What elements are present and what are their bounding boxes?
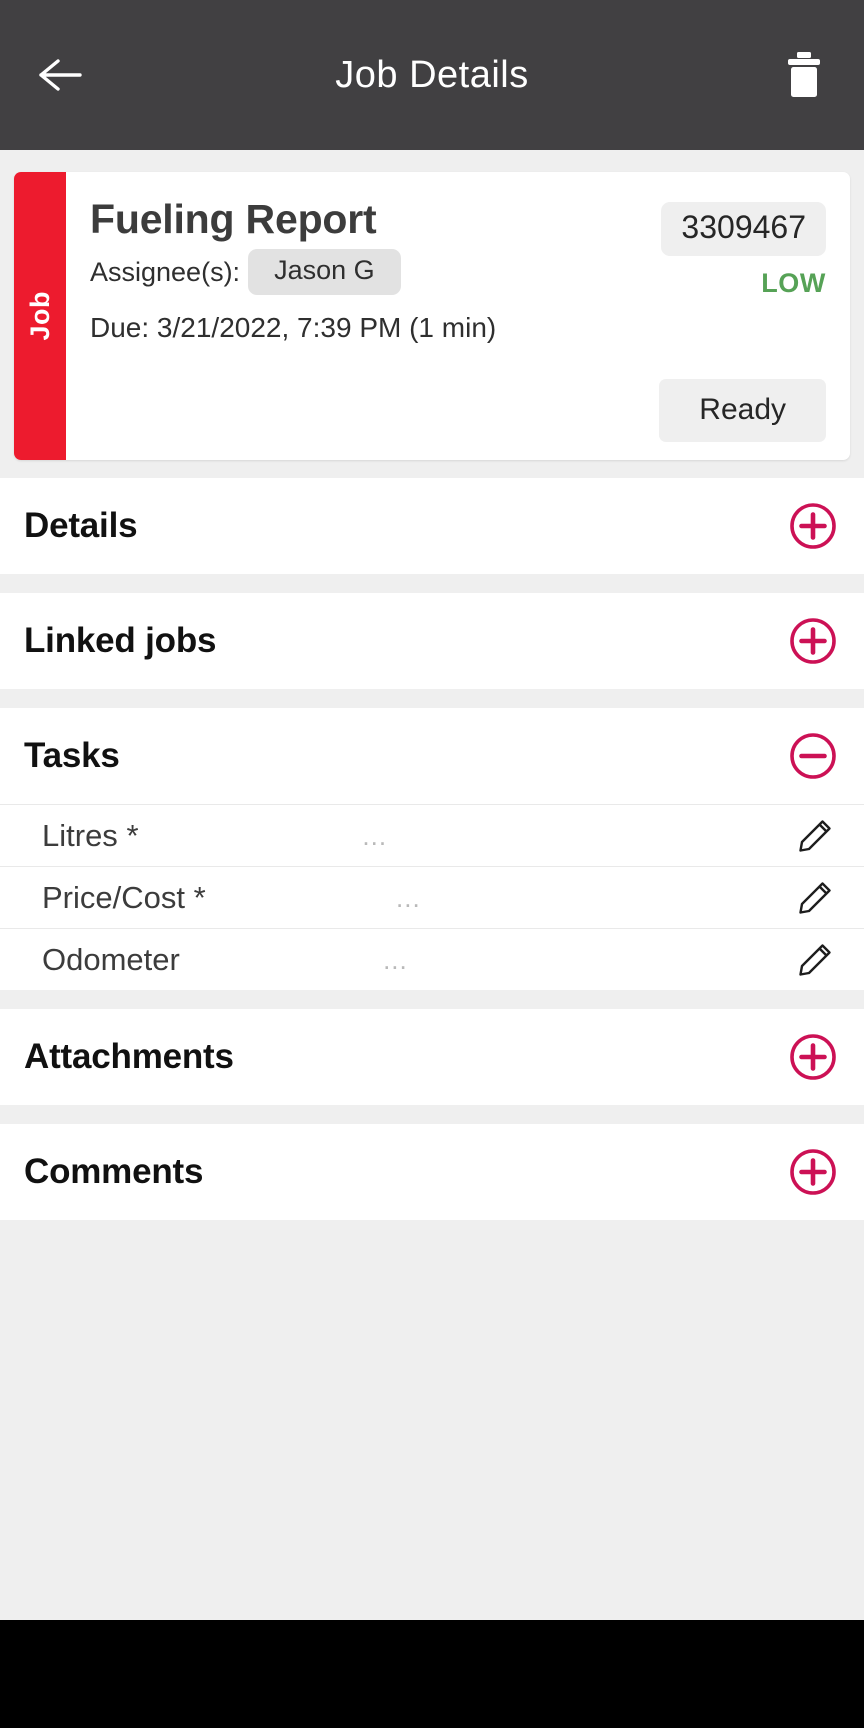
job-card-top-row: Fueling Report Assignee(s): Jason G Due:… bbox=[90, 196, 826, 345]
edit-task-button[interactable] bbox=[791, 936, 839, 984]
collapse-tasks-button[interactable] bbox=[787, 730, 839, 782]
section-title-attachments: Attachments bbox=[24, 1037, 234, 1076]
assignee-row: Assignee(s): Jason G bbox=[90, 249, 661, 296]
section-header-tasks[interactable]: Tasks bbox=[0, 708, 864, 804]
expand-attachments-button[interactable] bbox=[787, 1031, 839, 1083]
section-divider bbox=[0, 689, 864, 708]
section-title-tasks: Tasks bbox=[24, 736, 120, 775]
status-row: Ready bbox=[90, 379, 826, 442]
priority-badge: LOW bbox=[761, 267, 826, 298]
content-area: Job Fueling Report Assignee(s): Jason G … bbox=[0, 150, 864, 1620]
job-card-body: Fueling Report Assignee(s): Jason G Due:… bbox=[66, 172, 850, 460]
app-screen: Job Details Job Fueling Report Assignee(… bbox=[0, 0, 864, 1728]
edit-task-button[interactable] bbox=[791, 874, 839, 922]
minus-circle-icon bbox=[790, 733, 836, 779]
section-details: Details bbox=[0, 478, 864, 574]
task-value-cell: ... bbox=[206, 885, 791, 911]
required-marker: * bbox=[193, 879, 206, 915]
required-marker: * bbox=[126, 817, 139, 853]
pencil-icon bbox=[799, 881, 831, 914]
trash-icon bbox=[788, 52, 820, 97]
status-button[interactable]: Ready bbox=[659, 379, 826, 442]
section-header-linked-jobs[interactable]: Linked jobs bbox=[0, 593, 864, 689]
task-value: ... bbox=[383, 944, 408, 975]
job-id-badge: 3309467 bbox=[661, 202, 826, 256]
section-header-attachments[interactable]: Attachments bbox=[0, 1009, 864, 1105]
plus-circle-icon bbox=[790, 618, 836, 664]
due-date-text: Due: 3/21/2022, 7:39 PM (1 min) bbox=[90, 312, 497, 344]
task-value: ... bbox=[396, 882, 421, 913]
back-button[interactable] bbox=[28, 43, 92, 107]
section-divider bbox=[0, 574, 864, 593]
section-header-details[interactable]: Details bbox=[0, 478, 864, 574]
assignee-label: Assignee(s): bbox=[90, 256, 241, 287]
section-title-comments: Comments bbox=[24, 1152, 204, 1191]
arrow-left-icon bbox=[39, 59, 82, 91]
task-label: Litres * bbox=[42, 817, 139, 853]
assignee-chip[interactable]: Jason G bbox=[248, 249, 401, 296]
pencil-icon bbox=[799, 819, 831, 852]
task-value: ... bbox=[362, 820, 388, 851]
table-row[interactable]: Odometer ... bbox=[0, 928, 864, 990]
pencil-icon bbox=[799, 943, 831, 976]
expand-details-button[interactable] bbox=[787, 500, 839, 552]
job-type-tab: Job bbox=[14, 172, 66, 460]
section-title-details: Details bbox=[24, 506, 138, 545]
section-header-comments[interactable]: Comments bbox=[0, 1124, 864, 1220]
section-title-linked-jobs: Linked jobs bbox=[24, 621, 217, 660]
task-label: Odometer bbox=[42, 941, 180, 977]
plus-circle-icon bbox=[790, 1034, 836, 1080]
job-card-info: Fueling Report Assignee(s): Jason G Due:… bbox=[90, 196, 661, 345]
section-divider bbox=[0, 990, 864, 1009]
system-navigation-bar bbox=[0, 1620, 864, 1728]
app-bar: Job Details bbox=[0, 0, 864, 150]
job-title: Fueling Report bbox=[90, 196, 377, 242]
job-card-wrapper: Job Fueling Report Assignee(s): Jason G … bbox=[0, 150, 864, 460]
section-tasks: Tasks Litres * ... Price/Cost * ... Odom… bbox=[0, 708, 864, 990]
page-title: Job Details bbox=[335, 53, 529, 96]
plus-circle-icon bbox=[790, 1149, 836, 1195]
job-type-label: Job bbox=[24, 291, 55, 341]
delete-button[interactable] bbox=[774, 43, 834, 107]
section-linked-jobs: Linked jobs bbox=[0, 593, 864, 689]
expand-comments-button[interactable] bbox=[787, 1146, 839, 1198]
task-label: Price/Cost * bbox=[42, 879, 206, 915]
plus-circle-icon bbox=[790, 503, 836, 549]
expand-linked-jobs-button[interactable] bbox=[787, 615, 839, 667]
edit-task-button[interactable] bbox=[791, 812, 839, 860]
table-row[interactable]: Litres * ... bbox=[0, 804, 864, 866]
section-divider bbox=[0, 1105, 864, 1124]
task-value-cell: ... bbox=[139, 823, 791, 849]
section-comments: Comments bbox=[0, 1124, 864, 1220]
job-card[interactable]: Job Fueling Report Assignee(s): Jason G … bbox=[14, 172, 850, 460]
job-card-meta: 3309467 LOW bbox=[661, 198, 826, 345]
sections-list: Details Linked jobs Tasks Litres * ... P… bbox=[0, 478, 864, 1220]
table-row[interactable]: Price/Cost * ... bbox=[0, 866, 864, 928]
task-value-cell: ... bbox=[180, 947, 791, 973]
section-attachments: Attachments bbox=[0, 1009, 864, 1105]
